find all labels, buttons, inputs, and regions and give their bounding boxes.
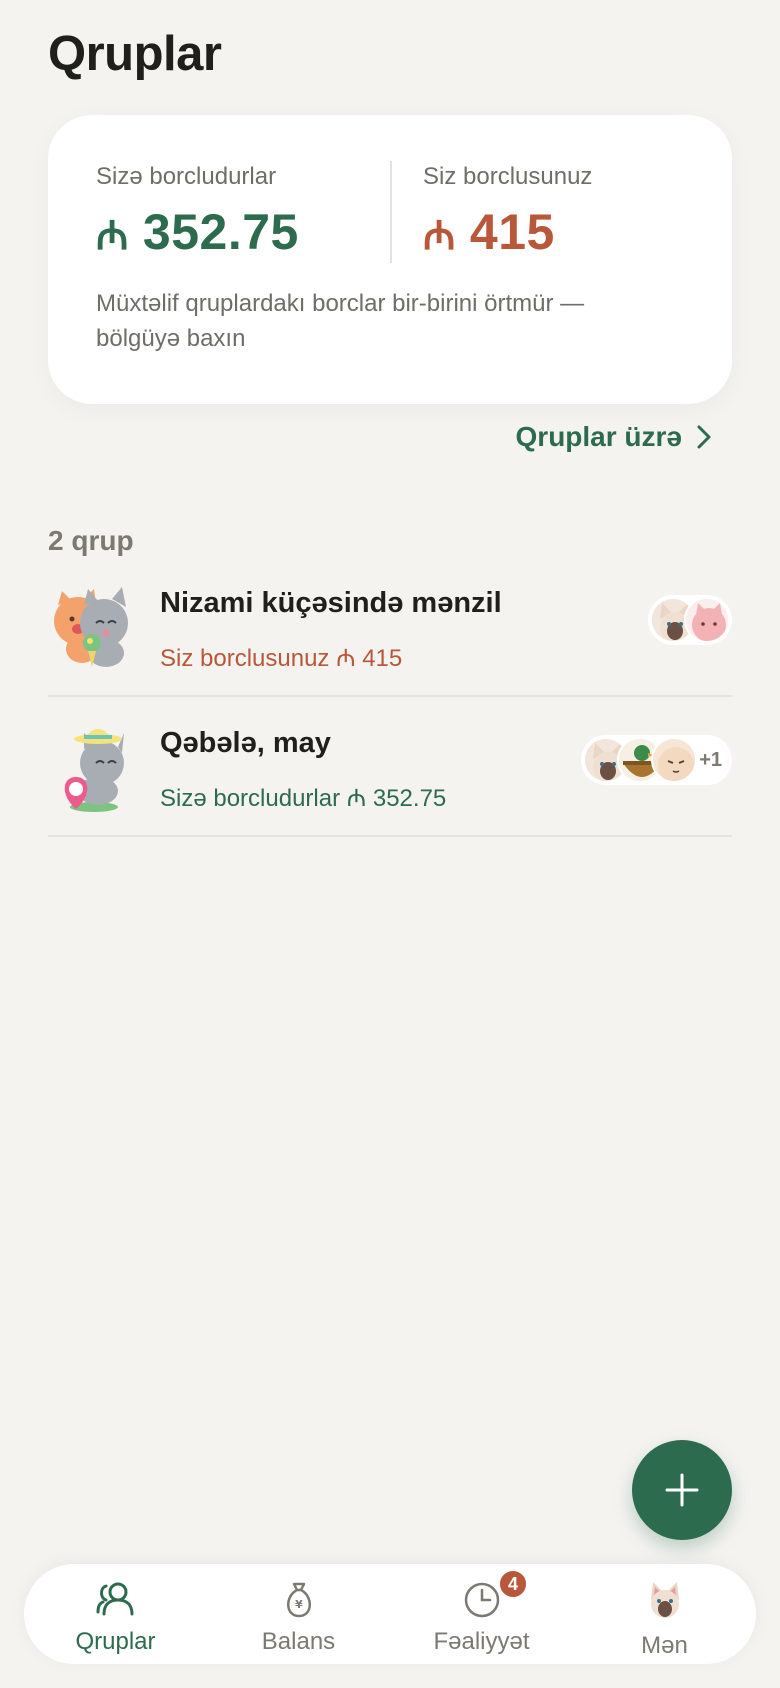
cats-hugging-icon xyxy=(54,587,128,667)
add-group-button[interactable] xyxy=(632,1440,732,1540)
summary-note: Müxtəlif qruplardakı borclar bir-birini … xyxy=(96,290,585,352)
owed-to-you-value: 352.75 xyxy=(142,204,299,260)
activity-badge: 4 xyxy=(498,1569,528,1599)
group-row-nizami[interactable]: Nizami küçəsində mənzil Siz borclusunuz … xyxy=(48,557,732,697)
plus-icon xyxy=(665,1473,699,1507)
group-balance-status: Siz borclusunuz ₼ 415 xyxy=(160,645,403,672)
summary-divider xyxy=(390,161,392,263)
group-row-qebele[interactable]: Qəbələ, may Sizə borcludurlar ₼ 352.75 +… xyxy=(48,697,732,837)
tab-me[interactable]: Mən xyxy=(573,1564,756,1664)
tab-label: Fəaliyyət xyxy=(433,1628,530,1655)
group-name: Nizami küçəsində mənzil xyxy=(160,587,502,619)
clock-icon xyxy=(464,1582,499,1618)
owed-to-you-amount: ₼ 352.75 xyxy=(96,203,299,261)
profile-avatar xyxy=(650,1582,679,1618)
group-members: +1 xyxy=(581,735,732,785)
cat-with-map-pin-icon xyxy=(64,729,124,812)
you-owe-amount: ₼ 415 xyxy=(423,203,592,261)
group-name: Qəbələ, may xyxy=(160,727,331,759)
manat-icon: ₼ xyxy=(96,214,129,258)
tab-groups[interactable]: Qruplar xyxy=(24,1564,207,1664)
tab-balance[interactable]: ¥ Balans xyxy=(207,1564,390,1664)
group-balance-status: Sizə borcludurlar ₼ 352.75 xyxy=(160,785,447,812)
groups-screen: Qruplar Sizə borcludurlar ₼ 352.75 Siz b… xyxy=(0,0,780,1688)
tab-label: Mən xyxy=(641,1632,688,1659)
tab-label: Qruplar xyxy=(75,1628,156,1655)
you-owe-label: Siz borclusunuz xyxy=(423,163,593,190)
cat-avatar-pink xyxy=(684,597,730,643)
group-members xyxy=(648,595,732,645)
by-groups-link[interactable]: Qruplar üzrə xyxy=(516,421,712,453)
tab-activity[interactable]: 4 Fəaliyyət xyxy=(390,1564,573,1664)
cat-avatar-cream xyxy=(651,737,698,783)
by-groups-label: Qruplar üzrə xyxy=(515,421,682,452)
more-members-count: +1 xyxy=(699,748,722,771)
balance-summary-card: Sizə borcludurlar ₼ 352.75 Siz borclusun… xyxy=(48,115,732,404)
tab-label: Balans xyxy=(261,1628,336,1655)
groups-count: 2 qrup xyxy=(48,525,134,556)
bottom-tab-bar: Qruplar ¥ Balans 4 Fəaliyyət Mən xyxy=(24,1564,756,1664)
svg-text:¥: ¥ xyxy=(295,1598,303,1611)
you-owe-value: 415 xyxy=(469,204,555,260)
owed-to-you-label: Sizə borcludurlar xyxy=(96,163,277,190)
manat-icon: ₼ xyxy=(423,214,456,258)
you-owe-section: Siz borclusunuz ₼ 415 xyxy=(423,163,592,261)
people-icon xyxy=(96,1582,133,1616)
page-title: Qruplar xyxy=(48,27,222,81)
owed-to-you-section: Sizə borcludurlar ₼ 352.75 xyxy=(96,163,299,261)
money-bag-icon: ¥ xyxy=(286,1582,311,1618)
chevron-right-icon xyxy=(697,425,711,449)
